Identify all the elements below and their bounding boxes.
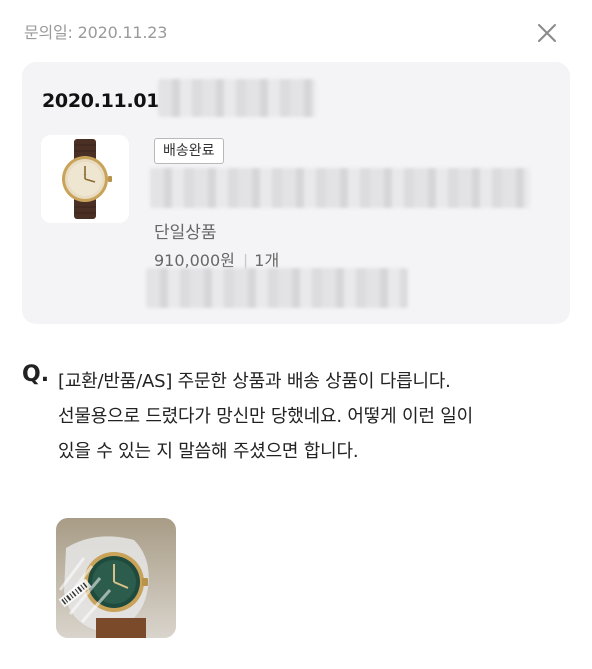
watch-image: ~ <box>41 135 129 223</box>
attached-photo[interactable] <box>56 518 176 638</box>
close-button[interactable] <box>532 18 562 48</box>
status-badge: 배송완료 <box>154 138 224 164</box>
redacted-product-name <box>150 168 530 208</box>
question-text: [교환/반품/AS] 주문한 상품과 배송 상품이 다릅니다. 선물용으로 드렸… <box>58 371 473 462</box>
close-icon <box>538 24 556 42</box>
svg-text:~: ~ <box>83 172 86 177</box>
product-thumbnail[interactable]: ~ <box>41 135 129 223</box>
inquiry-date: 문의일: 2020.11.23 <box>24 23 168 42</box>
redacted-order-number <box>158 79 316 117</box>
product-type: 단일상품 <box>154 223 217 243</box>
inquiry-detail-page: 문의일: 2020.11.23 2020.11.01 ~ 배송완료 단일상품 9… <box>0 0 592 669</box>
order-card[interactable]: 2020.11.01 ~ 배송완료 단일상품 910,000원 | 1개 <box>22 62 570 324</box>
question-prefix: Q. <box>22 362 50 387</box>
order-date: 2020.11.01 <box>42 90 160 112</box>
redacted-option-info <box>146 268 408 308</box>
attached-photo-image <box>56 518 176 638</box>
